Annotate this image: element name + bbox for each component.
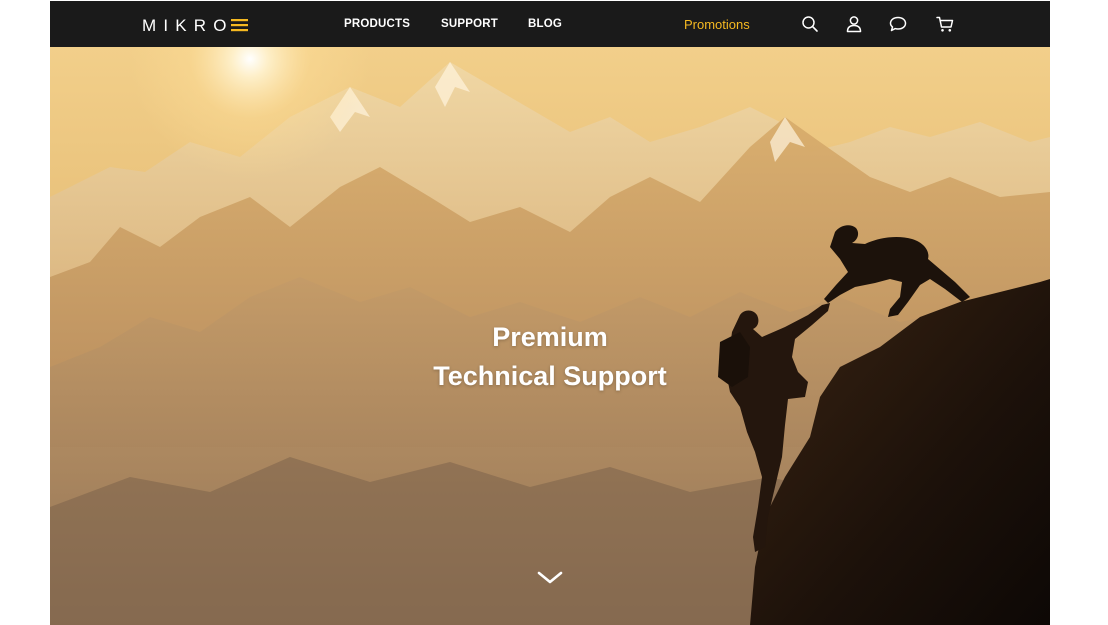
hero-title-line-2: Technical Support <box>433 361 667 392</box>
mikroe-logo[interactable]: MIKRO <box>142 16 250 34</box>
page-frame: MIKRO PRODUCTS SUPPORT BLOG Promotions P… <box>50 1 1050 625</box>
promotions-link[interactable]: Promotions <box>684 17 750 32</box>
nav-support[interactable]: SUPPORT <box>441 18 498 30</box>
nav-products[interactable]: PRODUCTS <box>344 18 410 30</box>
top-navbar: MIKRO PRODUCTS SUPPORT BLOG Promotions <box>50 1 1050 47</box>
user-icon[interactable] <box>844 14 864 34</box>
search-icon[interactable] <box>800 14 820 34</box>
hero-title: Premium Technical Support <box>50 318 1050 396</box>
nav-blog[interactable]: BLOG <box>528 18 562 30</box>
chevron-down-icon[interactable] <box>536 569 564 587</box>
cart-icon[interactable] <box>935 14 955 34</box>
chat-icon[interactable] <box>888 14 908 34</box>
hero-banner: Premium Technical Support <box>50 47 1050 625</box>
hero-title-line-1: Premium <box>492 322 608 353</box>
svg-text:MIKRO: MIKRO <box>142 16 228 34</box>
